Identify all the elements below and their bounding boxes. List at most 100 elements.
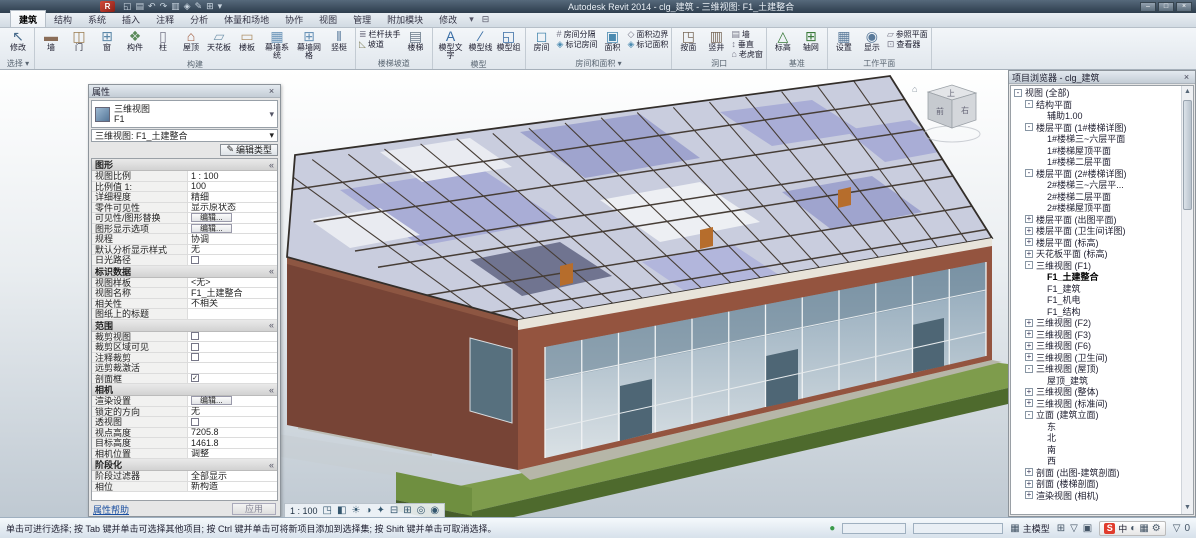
ribbon-button-reference-plane[interactable]: ▱参照平面: [887, 30, 928, 39]
apply-button[interactable]: 应用: [232, 503, 276, 515]
ribbon-button-model-line[interactable]: ∕模型线: [468, 29, 494, 60]
ribbon-tab-analyze[interactable]: 分析: [182, 11, 216, 27]
type-selector[interactable]: 三维视图 F1 ▾: [91, 100, 278, 128]
ribbon-button-modify[interactable]: ↖修改: [5, 29, 31, 59]
worksets-box[interactable]: [842, 523, 906, 534]
property-value[interactable]: 100: [188, 182, 277, 192]
tree-item[interactable]: 东: [1011, 421, 1179, 433]
ribbon-tab-addins[interactable]: 附加模块: [379, 11, 431, 27]
property-value[interactable]: 精细: [188, 192, 277, 202]
tree-item[interactable]: 2#楼梯屋顶平面: [1011, 202, 1179, 214]
tree-item[interactable]: F1_建筑: [1011, 283, 1179, 295]
collapse-icon[interactable]: «: [269, 266, 274, 276]
selection-filter-icon[interactable]: ▽: [1173, 523, 1181, 534]
tree-item[interactable]: +剖面 (楼梯剖面): [1011, 478, 1179, 490]
property-value[interactable]: 不相关: [188, 299, 277, 309]
tree-item[interactable]: +楼层平面 (卫生间详图): [1011, 225, 1179, 237]
tree-item[interactable]: 1#楼梯二层平面: [1011, 156, 1179, 168]
browser-scrollbar[interactable]: ▲ ▼: [1181, 86, 1193, 514]
close-icon[interactable]: ×: [1181, 72, 1192, 82]
property-value[interactable]: 编辑...: [188, 213, 277, 223]
ribbon-button-shaft[interactable]: ▥竖井: [703, 29, 729, 59]
show-crop-region-icon[interactable]: ⊞: [403, 505, 411, 516]
tree-item[interactable]: F1_机电: [1011, 294, 1179, 306]
expand-icon[interactable]: +: [1025, 388, 1033, 396]
ribbon-button-stair[interactable]: ▤楼梯: [403, 29, 429, 59]
expand-icon[interactable]: +: [1025, 227, 1033, 235]
property-value[interactable]: [188, 363, 277, 373]
ribbon-button-tag-area[interactable]: ◈标记面积: [627, 40, 668, 49]
property-section-header[interactable]: 相机«: [92, 384, 277, 396]
expand-icon[interactable]: +: [1025, 342, 1033, 350]
property-value[interactable]: 1461.8: [188, 438, 277, 448]
expand-icon[interactable]: -: [1025, 411, 1033, 419]
visual-style-icon[interactable]: ◧: [337, 505, 346, 516]
expand-icon[interactable]: +: [1025, 250, 1033, 258]
shadows-icon[interactable]: ◑: [365, 505, 371, 516]
edit-type-button[interactable]: ✎ 编辑类型: [220, 144, 278, 156]
tree-item[interactable]: +三维视图 (F6): [1011, 340, 1179, 352]
property-value[interactable]: 全部显示: [188, 471, 277, 481]
ribbon-button-component[interactable]: ❖构件: [122, 29, 148, 60]
collapse-icon[interactable]: «: [269, 460, 274, 470]
tree-item[interactable]: +剖面 (出图-建筑剖面): [1011, 467, 1179, 479]
property-value[interactable]: [188, 342, 277, 352]
ribbon-button-model-group[interactable]: ◱模型组: [496, 29, 522, 60]
chevron-down-icon[interactable]: ▾: [269, 109, 274, 120]
ribbon-tab-manage[interactable]: 管理: [345, 11, 379, 27]
tree-item[interactable]: 2#楼梯二层平面: [1011, 191, 1179, 203]
ribbon-button-viewer[interactable]: ⊡查看器: [887, 40, 928, 49]
crop-view-icon[interactable]: ⊟: [390, 505, 398, 516]
editable-only-toggle-icon[interactable]: ⊞: [1057, 523, 1065, 534]
properties-header[interactable]: 属性 ×: [89, 85, 280, 98]
property-section-header[interactable]: 范围«: [92, 320, 277, 332]
expand-icon[interactable]: +: [1025, 468, 1033, 476]
design-options-box[interactable]: [913, 523, 1003, 534]
ribbon-button-show-work-plane[interactable]: ◉显示: [859, 29, 885, 59]
ribbon-button-curtain-grid[interactable]: ⊞幕墙网格: [294, 29, 324, 60]
edit-button[interactable]: 编辑...: [191, 224, 232, 233]
soft-keyboard-icon[interactable]: ▦: [1139, 523, 1148, 534]
tree-item[interactable]: -楼层平面 (1#楼梯详图): [1011, 122, 1179, 134]
property-value[interactable]: 新构造: [188, 482, 277, 492]
ribbon-tab-architecture[interactable]: 建筑: [10, 10, 46, 27]
property-value[interactable]: [188, 255, 277, 265]
selection-count-icon[interactable]: 0: [1184, 523, 1190, 534]
tree-item[interactable]: 南: [1011, 444, 1179, 456]
expand-icon[interactable]: -: [1014, 89, 1022, 97]
checkbox[interactable]: [191, 332, 199, 340]
ribbon-button-area[interactable]: ▣面积: [599, 29, 625, 59]
view-cube-home-icon[interactable]: ⌂: [912, 84, 917, 94]
tree-item[interactable]: 屋顶_建筑: [1011, 375, 1179, 387]
tree-item[interactable]: -楼层平面 (2#楼梯详图): [1011, 168, 1179, 180]
property-value[interactable]: 编辑...: [188, 396, 277, 406]
close-button[interactable]: ×: [1176, 2, 1192, 12]
edit-button[interactable]: 编辑...: [191, 396, 232, 405]
expand-icon[interactable]: -: [1025, 123, 1033, 131]
ribbon-tab-massing-site[interactable]: 体量和场地: [216, 11, 277, 27]
checkbox[interactable]: [191, 256, 199, 264]
checkbox[interactable]: ✓: [191, 374, 199, 382]
press-drag-toggle-icon[interactable]: ▣: [1083, 523, 1092, 534]
expand-icon[interactable]: +: [1025, 480, 1033, 488]
ribbon-button-set-work-plane[interactable]: ▦设置: [831, 29, 857, 59]
ribbon-button-door[interactable]: ◫门: [66, 29, 92, 60]
property-value[interactable]: [188, 332, 277, 342]
ribbon-button-mullion[interactable]: ‖竖梃: [326, 29, 352, 60]
expand-icon[interactable]: -: [1025, 365, 1033, 373]
tree-item[interactable]: 西: [1011, 455, 1179, 467]
property-value[interactable]: 编辑...: [188, 224, 277, 234]
expand-icon[interactable]: +: [1025, 319, 1033, 327]
collapse-icon[interactable]: «: [269, 160, 274, 170]
expand-icon[interactable]: -: [1025, 169, 1033, 177]
tree-item[interactable]: +楼层平面 (标高): [1011, 237, 1179, 249]
ribbon-button-level[interactable]: △标高: [770, 29, 796, 59]
checkbox[interactable]: [191, 353, 199, 361]
tree-item[interactable]: +三维视图 (标准间): [1011, 398, 1179, 410]
property-value[interactable]: 显示原状态: [188, 203, 277, 213]
tree-item[interactable]: -立面 (建筑立面): [1011, 409, 1179, 421]
ribbon-button-railing[interactable]: ≣栏杆扶手: [359, 30, 401, 39]
property-section-header[interactable]: 标识数据«: [92, 266, 277, 278]
ribbon-button-room-separator[interactable]: #房间分隔: [557, 30, 598, 39]
tree-item[interactable]: 1#楼梯三~六层平面: [1011, 133, 1179, 145]
